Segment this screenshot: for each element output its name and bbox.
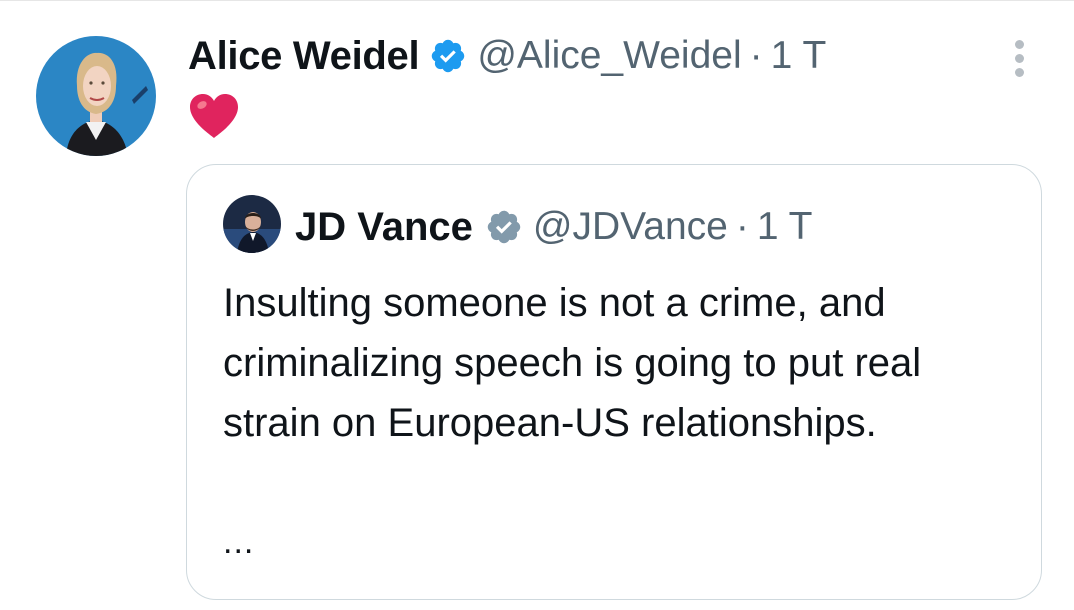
quoted-author-name[interactable]: JD Vance bbox=[295, 205, 473, 250]
quoted-tweet-header: JD Vance @JDVance · 1 T bbox=[295, 201, 813, 253]
separator-dot: · bbox=[735, 205, 749, 248]
separator-dot: · bbox=[749, 34, 763, 77]
verified-badge-icon bbox=[429, 37, 467, 75]
quoted-tweet-text: Insulting someone is not a crime, and cr… bbox=[223, 281, 922, 445]
quoted-tweet-timestamp[interactable]: 1 T bbox=[757, 205, 813, 249]
truncation-ellipsis: ... bbox=[223, 523, 255, 561]
author-name[interactable]: Alice Weidel bbox=[188, 34, 420, 79]
quoted-author-handle[interactable]: @JDVance bbox=[533, 205, 728, 249]
red-heart-emoji bbox=[188, 92, 240, 140]
verified-badge-icon bbox=[485, 208, 523, 246]
quoted-tweet-card[interactable]: JD Vance @JDVance · 1 T Insulting someon… bbox=[186, 164, 1042, 600]
tweet-timestamp[interactable]: 1 T bbox=[771, 34, 827, 78]
author-avatar[interactable] bbox=[36, 36, 156, 156]
tweet[interactable]: Alice Weidel @Alice_Weidel · 1 T JD Vanc… bbox=[0, 0, 1074, 610]
tweet-header: Alice Weidel @Alice_Weidel · 1 T bbox=[188, 28, 826, 84]
author-handle[interactable]: @Alice_Weidel bbox=[477, 34, 741, 78]
quoted-author-avatar[interactable] bbox=[223, 195, 281, 253]
more-options-icon[interactable] bbox=[1006, 38, 1034, 80]
